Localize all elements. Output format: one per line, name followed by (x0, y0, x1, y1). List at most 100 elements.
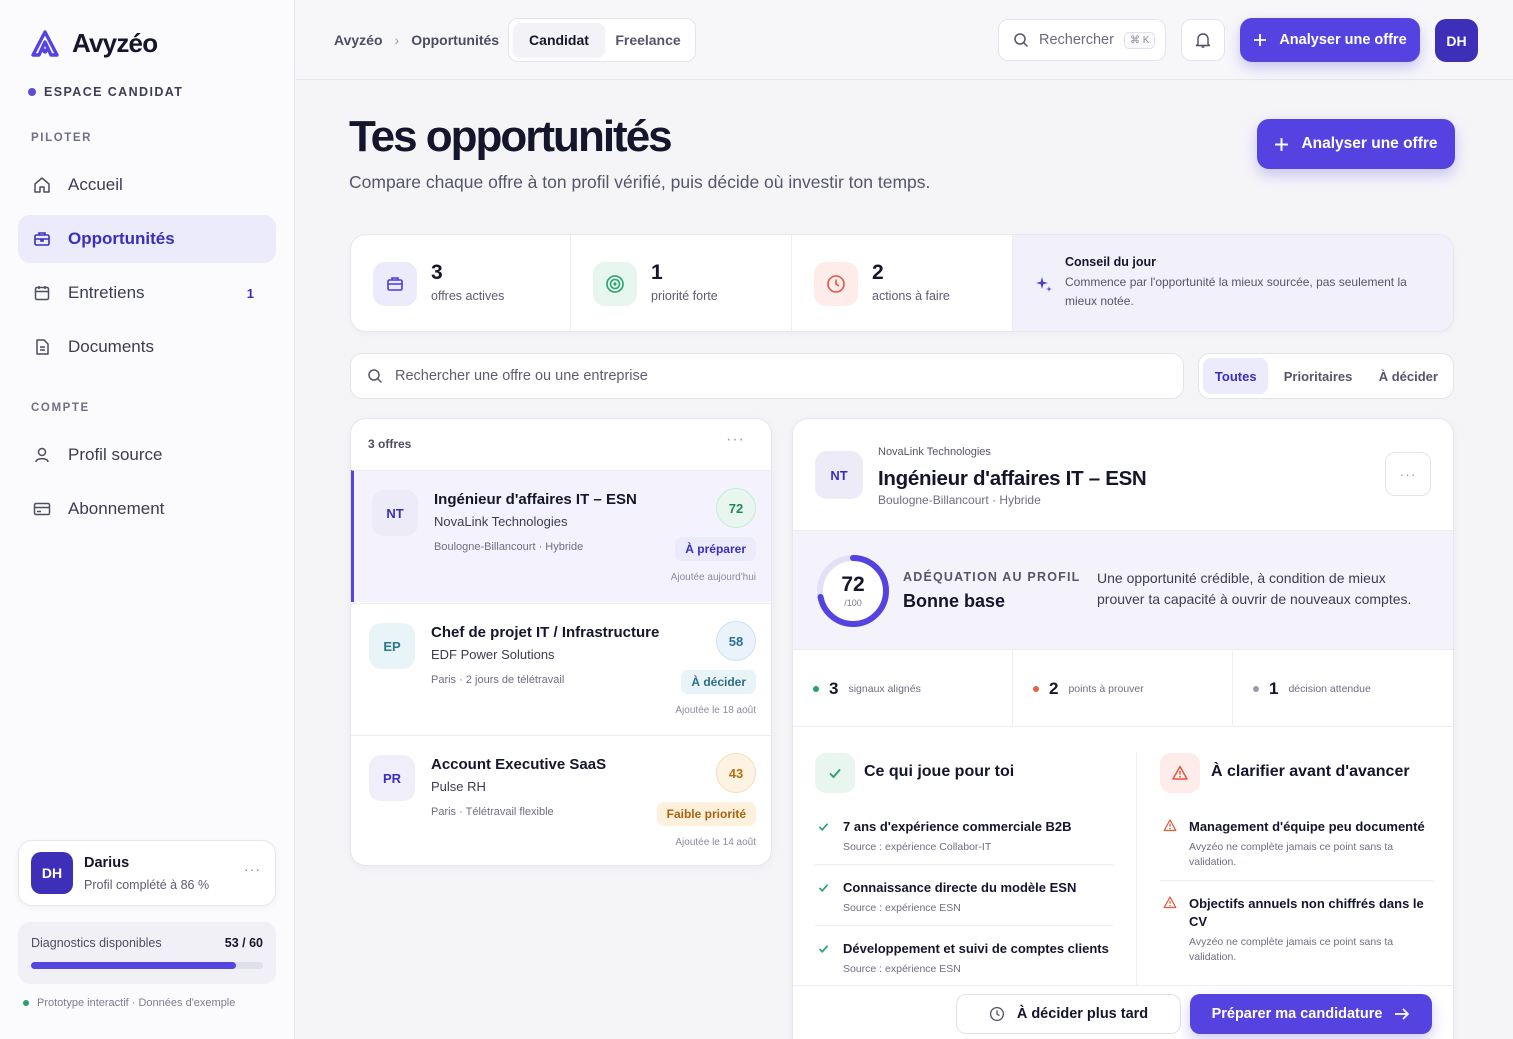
status-dot (1253, 686, 1259, 692)
stat-actions-todo: 2 actions à faire (792, 235, 1013, 331)
prepare-application-button[interactable]: Préparer ma candidature (1190, 994, 1432, 1034)
offer-list: 3 offres ··· NT Ingénieur d'affaires IT … (350, 418, 772, 866)
check-icon (817, 820, 830, 838)
column-divider (1136, 752, 1137, 985)
added-date: Ajoutée le 14 août (675, 837, 756, 848)
check-icon (817, 942, 830, 960)
status-dot (28, 88, 36, 96)
decide-later-label: À décider plus tard (1016, 1006, 1149, 1022)
status-badge: À décider (681, 670, 756, 694)
sidebar-item-entretiens[interactable]: Entretiens 1 (18, 269, 276, 317)
sidebar-item-label: Abonnement (68, 499, 165, 518)
offer-search-input[interactable]: Rechercher une offre ou une entreprise (350, 353, 1184, 399)
profile-completion: Profil complété à 86 % (84, 878, 210, 892)
pro-item-title: Connaissance directe du modèle ESN (843, 880, 1077, 895)
breadcrumb: Avyzéo › Opportunités (334, 32, 499, 48)
bell-icon (1195, 33, 1211, 48)
stat-label: priorité forte (651, 289, 718, 303)
offer-location: Paris · 2 jours de télétravail (431, 674, 565, 686)
tab-freelance[interactable]: Freelance (605, 23, 691, 57)
clock-icon (814, 262, 858, 306)
chip-toutes[interactable]: Toutes (1203, 358, 1269, 394)
match-score: 43 (716, 753, 756, 793)
stat-label: offres actives (431, 289, 505, 303)
avatar[interactable]: DH (1435, 19, 1478, 62)
sidebar-item-opportunites[interactable]: Opportunités (18, 215, 276, 263)
match-score: 58 (716, 621, 756, 661)
divider (815, 864, 1113, 865)
offer-count: 3 offres (368, 437, 412, 451)
more-icon[interactable]: ··· (726, 431, 745, 449)
more-icon[interactable]: ··· (244, 861, 261, 877)
search-icon (1014, 33, 1029, 48)
offer-card[interactable]: EP Chef de projet IT / Infrastructure ED… (351, 603, 771, 735)
analyze-offer-label: Analyser une offre (1279, 32, 1407, 48)
user-card[interactable]: DH Darius Profil complété à 86 % ··· (18, 840, 276, 906)
count-badge: 1 (246, 285, 254, 301)
sidebar-item-documents[interactable]: Documents (18, 323, 276, 371)
breadcrumb-home[interactable]: Avyzéo (334, 32, 383, 48)
match-score: 72 (716, 488, 756, 528)
section-label-account: COMPTE (31, 402, 90, 414)
check-icon (815, 753, 855, 793)
stats-panel: 3 offres actives 1 priorité forte 2 acti… (350, 234, 1454, 332)
calendar-icon (32, 283, 52, 303)
analyze-offer-label: Analyser une offre (1301, 135, 1438, 152)
offer-location: Paris · Télétravail flexible (431, 806, 554, 818)
notifications-button[interactable] (1181, 19, 1225, 61)
signal-label: décision attendue (1288, 683, 1371, 695)
pros-title: Ce qui joue pour toi (864, 763, 1015, 780)
mode-switch: Candidat Freelance (508, 18, 696, 62)
stat-value: 1 (651, 261, 663, 284)
sidebar-item-label: Entretiens (68, 283, 145, 302)
check-icon (817, 881, 830, 899)
pro-item-source: Source : expérience Collabor-IT (843, 841, 992, 853)
breadcrumb-current[interactable]: Opportunités (411, 32, 499, 48)
warning-icon (1160, 753, 1200, 793)
more-icon[interactable]: ··· (1385, 452, 1431, 496)
detail-title: Ingénieur d'affaires IT – ESN (878, 467, 1147, 490)
signals-row: 3 signaux alignés 2 points à prouver 1 d… (793, 651, 1453, 727)
diagnostics-progress-fill (31, 962, 236, 969)
divider (1160, 880, 1433, 881)
tab-candidat[interactable]: Candidat (513, 23, 605, 57)
offer-card[interactable]: NT Ingénieur d'affaires IT – ESN NovaLin… (351, 470, 771, 602)
con-item-title: Management d'équipe peu documenté (1189, 819, 1425, 834)
clock-icon (989, 1006, 1004, 1022)
sidebar-item-abonnement[interactable]: Abonnement (18, 485, 276, 533)
space-label-text: ESPACE CANDIDAT (44, 85, 184, 99)
logo[interactable]: Avyzéo (30, 28, 158, 59)
offer-card[interactable]: PR Account Executive SaaS Pulse RH Paris… (351, 735, 771, 865)
briefcase-icon (373, 262, 417, 306)
chip-a-decider[interactable]: À décider (1368, 358, 1449, 394)
page-title: Tes opportunités (349, 112, 673, 161)
fit-label: ADÉQUATION AU PROFIL (903, 570, 1081, 584)
shortcut-hint: ⌘ K (1123, 31, 1156, 49)
sidebar: Avyzéo ESPACE CANDIDAT PILOTER Accueil O… (0, 0, 295, 1039)
card-icon (32, 499, 52, 519)
sidebar-item-accueil[interactable]: Accueil (18, 161, 276, 209)
signal-label: signaux alignés (848, 683, 921, 695)
divider (815, 925, 1113, 926)
decide-later-button[interactable]: À décider plus tard (956, 994, 1181, 1034)
fit-score-denominator: /100 (844, 598, 862, 608)
tip-title: Conseil du jour (1065, 255, 1156, 269)
pro-item-source: Source : expérience ESN (843, 902, 961, 914)
chip-prioritaires[interactable]: Prioritaires (1268, 358, 1367, 394)
sidebar-item-profil-source[interactable]: Profil source (18, 431, 276, 479)
status-badge: À préparer (675, 537, 756, 561)
offer-company: NovaLink Technologies (434, 514, 568, 529)
offer-company: Pulse RH (431, 779, 486, 794)
cons-title: À clarifier avant d'avancer (1211, 763, 1410, 780)
briefcase-icon (32, 229, 52, 249)
analyze-offer-button[interactable]: Analyser une offre (1257, 119, 1455, 169)
analyze-offer-button-top[interactable]: Analyser une offre (1240, 18, 1420, 62)
company-logo: PR (369, 755, 415, 801)
topbar: Avyzéo › Opportunités Candidat Freelance… (296, 0, 1513, 80)
con-item-note: Avyzéo ne complète jamais ce point sans … (1189, 936, 1394, 963)
company-logo: NT (815, 451, 863, 499)
stat-value: 3 (431, 261, 443, 284)
plus-icon (1275, 137, 1289, 151)
global-search[interactable]: Rechercher ⌘ K (998, 19, 1166, 61)
signal-value: 1 (1269, 679, 1279, 698)
